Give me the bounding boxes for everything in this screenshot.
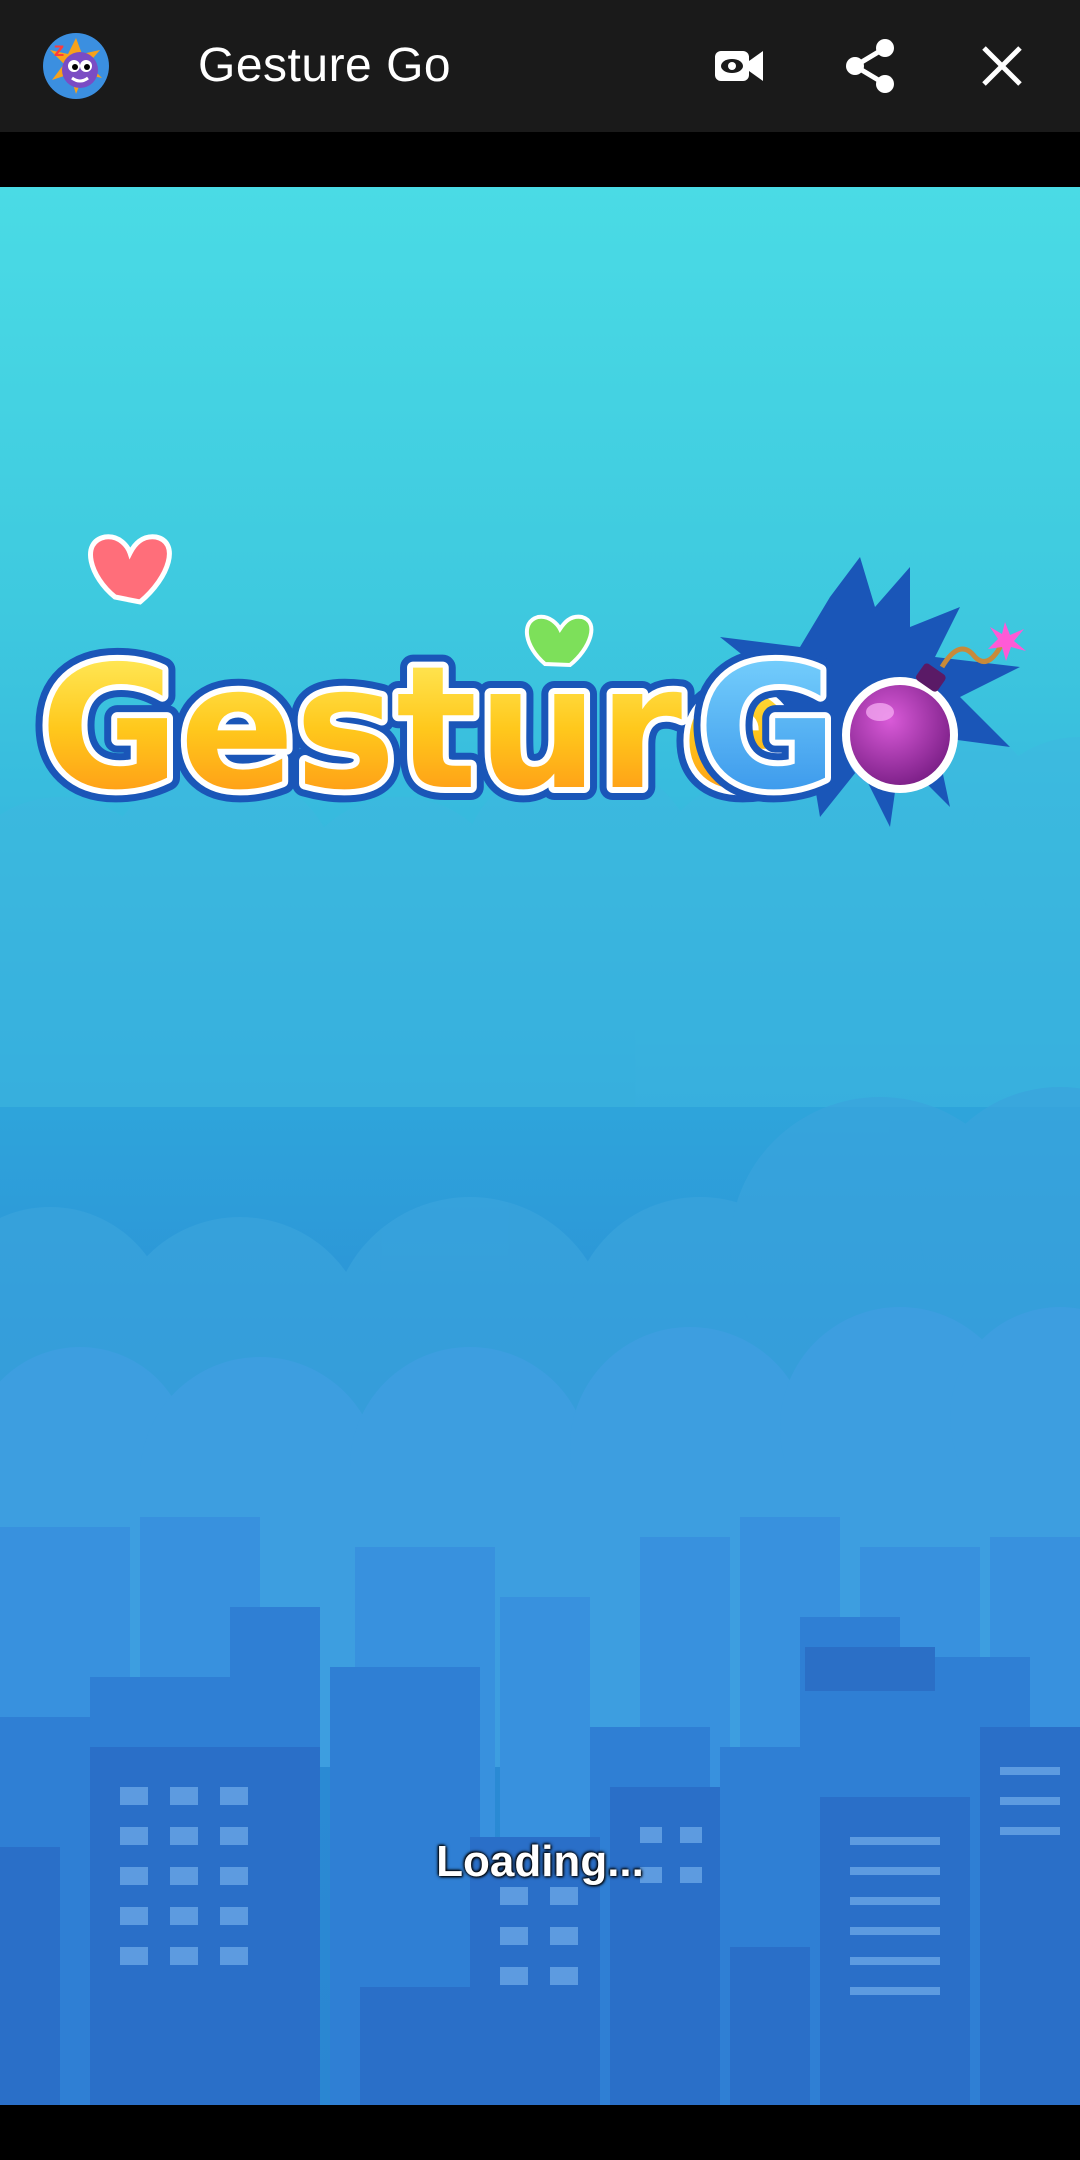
game-monster-icon: Z — [42, 32, 110, 100]
game-logo: Gesture Gesture Gesture G G Go — [30, 534, 1026, 827]
record-video-button[interactable] — [698, 26, 778, 106]
status-spacer — [0, 132, 1080, 187]
close-button[interactable] — [962, 26, 1042, 106]
game-canvas[interactable]: Gesture Gesture Gesture G G Go Loading..… — [0, 187, 1080, 2105]
share-icon — [846, 39, 894, 93]
share-button[interactable] — [830, 26, 910, 106]
logo-word-1: Gesture — [40, 630, 797, 827]
city-background — [0, 717, 1080, 2105]
bottom-bar — [0, 2105, 1080, 2160]
close-icon — [982, 46, 1022, 86]
svg-text:Z: Z — [54, 44, 64, 60]
app-toolbar: Z Gesture Go — [0, 0, 1080, 132]
app-title: Gesture Go — [198, 39, 452, 92]
heart-icon — [88, 534, 172, 605]
record-video-icon — [715, 51, 763, 81]
loading-text: Loading... — [436, 1837, 644, 1886]
